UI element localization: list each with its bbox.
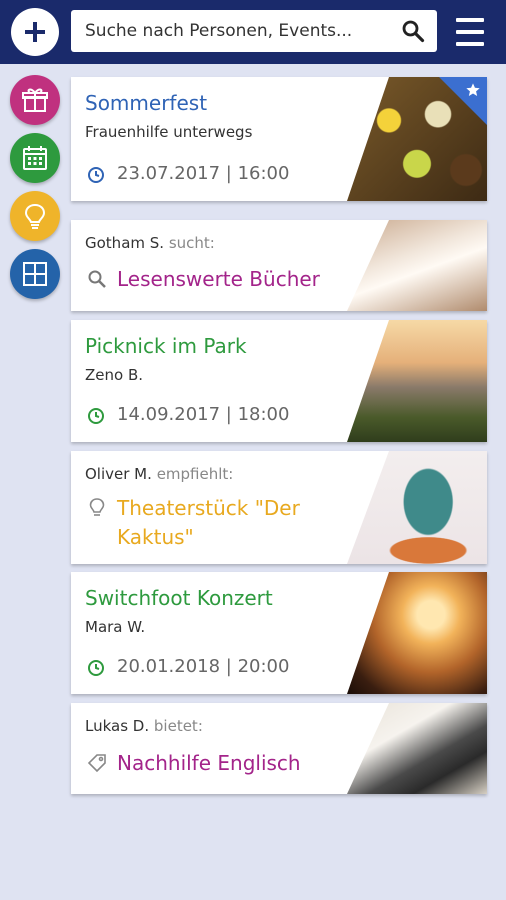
search-input[interactable]: Suche nach Personen, Events... (85, 21, 385, 41)
clock-icon (88, 660, 104, 676)
recommendation-meta: Oliver M. empfiehlt: (85, 465, 233, 483)
sidebar-gift-button[interactable] (10, 75, 60, 125)
grid-icon (23, 262, 47, 286)
request-meta: Gotham S. sucht: (85, 234, 215, 252)
add-button[interactable] (11, 8, 59, 56)
star-icon (466, 83, 480, 96)
request-image (347, 220, 487, 311)
event-date: 20.01.2018 | 20:00 (117, 656, 290, 677)
request-verb: sucht: (168, 234, 215, 252)
recommendation-title-line2: Kaktus" (117, 525, 194, 549)
event-image (347, 572, 487, 694)
event-card-picknick[interactable]: Picknick im Park Zeno B. 14.09.2017 | 18… (71, 320, 487, 442)
event-title: Sommerfest (85, 91, 208, 115)
hamburger-menu-icon[interactable] (452, 14, 488, 50)
lightbulb-icon (24, 203, 46, 229)
event-organizer: Zeno B. (85, 366, 144, 384)
event-organizer: Mara W. (85, 618, 146, 636)
calendar-icon (23, 146, 47, 170)
top-bar: Suche nach Personen, Events... (0, 0, 506, 64)
tag-icon (87, 754, 106, 773)
gift-icon (22, 88, 48, 112)
offer-image (347, 703, 487, 794)
event-date: 14.09.2017 | 18:00 (117, 404, 290, 425)
event-card-sommerfest[interactable]: Sommerfest Frauenhilfe unterwegs 23.07.2… (71, 77, 487, 201)
offer-meta: Lukas D. bietet: (85, 717, 203, 735)
clock-icon (88, 167, 104, 183)
recommendation-image (347, 451, 487, 564)
search-bar[interactable]: Suche nach Personen, Events... (71, 10, 437, 52)
offer-verb: bietet: (153, 717, 203, 735)
recommendation-verb: empfiehlt: (156, 465, 234, 483)
offer-title: Nachhilfe Englisch (117, 751, 301, 775)
request-title: Lesenswerte Bücher (117, 267, 320, 291)
event-card-konzert[interactable]: Switchfoot Konzert Mara W. 20.01.2018 | … (71, 572, 487, 694)
request-card-buecher[interactable]: Gotham S. sucht: Lesenswerte Bücher (71, 220, 487, 311)
lightbulb-icon (89, 498, 105, 516)
plus-icon (25, 22, 45, 42)
event-title: Switchfoot Konzert (85, 586, 273, 610)
offer-author: Lukas D. (85, 717, 150, 735)
event-title: Picknick im Park (85, 334, 247, 358)
recommendation-card-theater[interactable]: Oliver M. empfiehlt: Theaterstück "Der K… (71, 451, 487, 564)
request-author: Gotham S. (85, 234, 165, 252)
recommendation-title-line1: Theaterstück "Der (117, 496, 300, 520)
search-icon[interactable] (401, 19, 425, 43)
event-date: 23.07.2017 | 16:00 (117, 163, 290, 184)
sidebar-ideas-button[interactable] (10, 191, 60, 241)
clock-icon (88, 408, 104, 424)
recommendation-author: Oliver M. (85, 465, 152, 483)
event-organizer: Frauenhilfe unterwegs (85, 123, 253, 141)
event-image (347, 320, 487, 442)
magnifier-icon (88, 270, 106, 288)
sidebar-grid-button[interactable] (10, 249, 60, 299)
offer-card-nachhilfe[interactable]: Lukas D. bietet: Nachhilfe Englisch (71, 703, 487, 794)
sidebar-calendar-button[interactable] (10, 133, 60, 183)
